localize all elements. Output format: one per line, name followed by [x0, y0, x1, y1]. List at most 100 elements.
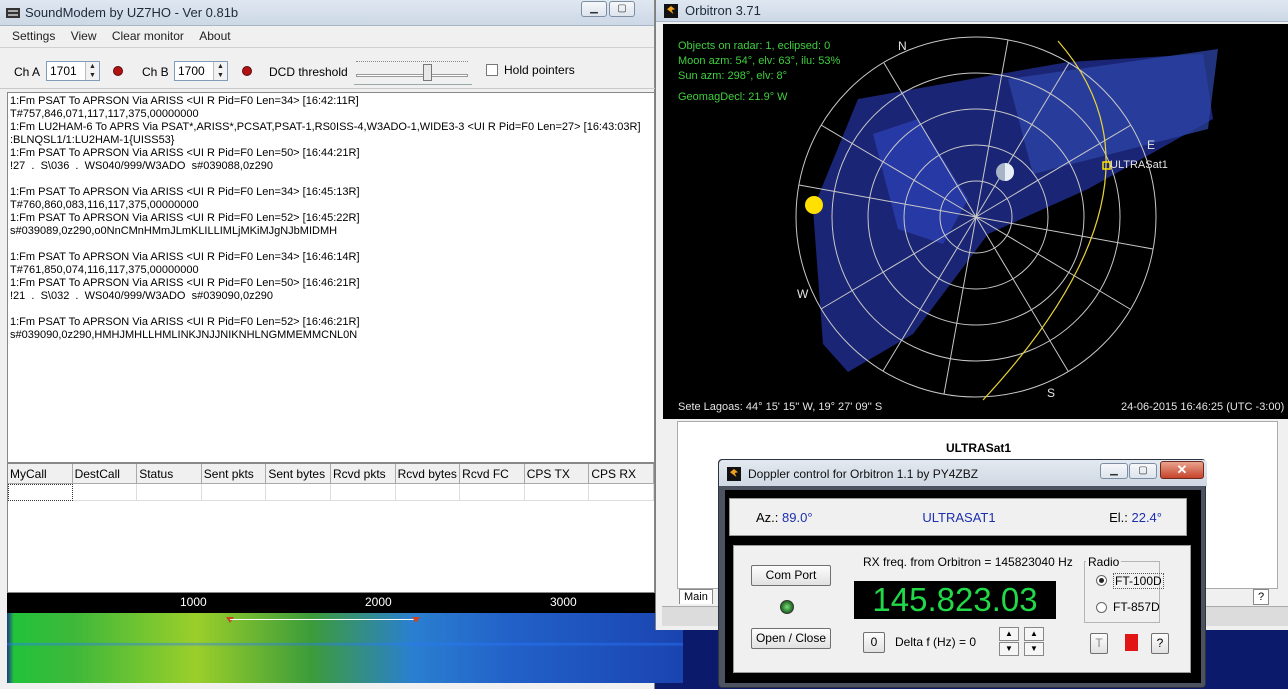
monitor-line	[10, 173, 652, 186]
radio-ft857d[interactable]	[1096, 602, 1107, 613]
monitor-line: T#761,850,074,116,117,375,00000000	[10, 264, 199, 276]
monitor-line: 1:Fm PSAT To APRSON Via ARISS <UI R Pid=…	[10, 95, 359, 107]
soundmodem-window: SoundModem by UZ7HO - Ver 0.81b ▁ ▢ Sett…	[0, 0, 683, 689]
monitor-line: !21 . S\032 . WS040/999/W3ADO s#039090,0…	[10, 290, 273, 302]
location-text: Sete Lagoas: 44° 15' 15'' W, 19° 27' 09'…	[678, 401, 883, 413]
dcd-threshold-slider[interactable]	[354, 61, 472, 85]
tab-main[interactable]: Main	[679, 589, 713, 604]
status-led	[780, 600, 794, 614]
delta-up-button-1[interactable]: ▲	[999, 627, 1019, 641]
doppler-titlebar[interactable]: Doppler control for Orbitron 1.1 by PY4Z…	[719, 460, 1207, 486]
sun-icon	[805, 196, 823, 214]
grid-column-header[interactable]: CPS RX	[589, 464, 654, 483]
doppler-window: Doppler control for Orbitron 1.1 by PY4Z…	[718, 459, 1207, 688]
stop-indicator[interactable]	[1125, 634, 1138, 651]
open-close-button[interactable]: Open / Close	[751, 628, 831, 649]
grid-column-header[interactable]: Sent bytes	[266, 464, 331, 483]
monitor-line	[10, 238, 652, 251]
doppler-close-button[interactable]: ✕	[1160, 461, 1204, 479]
zero-button[interactable]: 0	[863, 632, 885, 653]
monitor-line: 1:Fm LU2HAM-6 To APRS Via PSAT*,ARISS*,P…	[10, 121, 641, 133]
orbitron-help-button[interactable]: ?	[1253, 589, 1269, 605]
t-button[interactable]: T	[1090, 633, 1108, 654]
orbitron-titlebar[interactable]: Orbitron 3.71	[656, 0, 1288, 22]
radio-ft100d-label[interactable]: FT-100D	[1113, 573, 1164, 589]
sun-info: Sun azm: 298°, elv: 8°	[678, 70, 788, 82]
grid-column-header[interactable]: DestCall	[73, 464, 138, 483]
frequency-display: 145.823.03	[854, 581, 1056, 619]
radar-view[interactable]: Objects on radar: 1, eclipsed: 0 Moon az…	[663, 24, 1288, 419]
menu-about[interactable]: About	[193, 26, 236, 46]
grid-column-header[interactable]: Rcvd bytes	[396, 464, 461, 483]
monitor-line: 1:Fm PSAT To APRSON Via ARISS <UI R Pid=…	[10, 316, 360, 328]
compass-w: W	[797, 287, 809, 301]
delta-down-button-1[interactable]: ▼	[999, 642, 1019, 656]
objects-info: Objects on radar: 1, eclipsed: 0	[678, 40, 831, 52]
grid-row[interactable]	[8, 484, 654, 501]
cha-marker[interactable]	[226, 617, 234, 623]
doppler-app-icon	[727, 467, 741, 481]
grid-column-header[interactable]: Status	[137, 464, 202, 483]
slider-thumb[interactable]	[423, 64, 432, 81]
radar-info: Objects on radar: 1, eclipsed: 0 Moon az…	[678, 39, 840, 105]
chb-label: Ch B	[142, 65, 169, 79]
soundmodem-titlebar[interactable]: SoundModem by UZ7HO - Ver 0.81b ▁ ▢	[0, 0, 654, 26]
waterfall-display[interactable]	[7, 613, 683, 683]
monitor-line: 1:Fm PSAT To APRSON Via ARISS <UI R Pid=…	[10, 147, 360, 159]
com-port-button[interactable]: Com Port	[751, 565, 831, 586]
channel-controls: Ch A 1701 ▲ ▼ Ch B 1700 ▲ ▼ DCD threshold Ho…	[0, 55, 655, 89]
monitor-line: 1:Fm PSAT To APRSON Via ARISS <UI R Pid=…	[10, 251, 360, 263]
orbitron-app-icon	[664, 4, 678, 18]
azimuth-panel: Az.: 89.0° ULTRASAT1 El.: 22.4°	[729, 498, 1187, 536]
menu-clear-monitor[interactable]: Clear monitor	[106, 26, 190, 46]
doppler-title: Doppler control for Orbitron 1.1 by PY4Z…	[748, 467, 979, 481]
rx-freq-label: RX freq. from Orbitron = 145823040 Hz	[863, 555, 1073, 569]
hold-pointers-label: Hold pointers	[504, 63, 575, 77]
satellite-panel-name: ULTRASat1	[945, 441, 1012, 455]
delta-f-label: Delta f (Hz) = 0	[895, 635, 977, 649]
monitor-line: !27 . S\036 . WS040/999/W3ADO s#039088,0…	[10, 160, 273, 172]
grid-column-header[interactable]: Rcvd pkts	[331, 464, 396, 483]
orbitron-tabs: Main	[679, 589, 713, 605]
radio-ft857d-label[interactable]: FT-857D	[1113, 600, 1160, 614]
compass-n: N	[898, 39, 907, 53]
satellite-label[interactable]: ULTRASat1	[1110, 159, 1168, 171]
monitor-line	[10, 303, 652, 316]
doppler-help-button[interactable]: ?	[1151, 633, 1169, 654]
compass-s: S	[1047, 386, 1056, 400]
chb-marker[interactable]	[412, 617, 420, 623]
scale-1000: 1000	[180, 595, 207, 609]
delta-down-button-2[interactable]: ▼	[1024, 642, 1044, 656]
menu-view[interactable]: View	[65, 26, 103, 46]
cha-input[interactable]: 1701 ▲ ▼	[46, 61, 100, 81]
cha-led	[113, 66, 123, 76]
monitor-line: 1:Fm PSAT To APRSON Via ARISS <UI R Pid=…	[10, 212, 360, 224]
grid-column-header[interactable]: Sent pkts	[202, 464, 267, 483]
monitor-textarea[interactable]: 1:Fm PSAT To APRSON Via ARISS <UI R Pid=…	[7, 92, 655, 463]
cha-spinner[interactable]: ▲ ▼	[85, 62, 99, 80]
grid-column-header[interactable]: MyCall	[8, 464, 73, 483]
menu-settings[interactable]: Settings	[6, 26, 61, 46]
monitor-line: T#760,860,083,116,117,375,00000000	[10, 199, 199, 211]
minimize-button[interactable]: ▁	[581, 1, 607, 17]
chb-led	[242, 66, 252, 76]
scale-3000: 3000	[550, 595, 577, 609]
keyboard-icon	[6, 8, 20, 18]
grid-column-header[interactable]: Rcvd FC	[460, 464, 525, 483]
dcd-threshold-label: DCD threshold	[269, 65, 348, 79]
doppler-minimize-button[interactable]: ▁	[1100, 463, 1128, 479]
grid-column-header[interactable]: CPS TX	[525, 464, 590, 483]
connections-grid: MyCall DestCall Status Sent pkts Sent bytes R…	[7, 463, 655, 593]
hold-pointers-checkbox[interactable]	[486, 64, 498, 76]
grid-header: MyCall DestCall Status Sent pkts Sent bytes R…	[8, 464, 654, 484]
soundmodem-title: SoundModem by UZ7HO - Ver 0.81b	[25, 5, 239, 20]
maximize-button[interactable]: ▢	[609, 1, 635, 17]
radio-ft100d[interactable]	[1096, 575, 1107, 586]
monitor-line: 1:Fm PSAT To APRSON Via ARISS <UI R Pid=…	[10, 277, 360, 289]
geomag-info: GeomagDecl: 21.9° W	[678, 91, 788, 103]
chb-spinner[interactable]: ▲ ▼	[213, 62, 227, 80]
monitor-line: T#757,846,071,117,117,375,00000000	[10, 108, 199, 120]
doppler-maximize-button[interactable]: ▢	[1129, 463, 1157, 479]
chb-input[interactable]: 1700 ▲ ▼	[174, 61, 228, 81]
delta-up-button-2[interactable]: ▲	[1024, 627, 1044, 641]
